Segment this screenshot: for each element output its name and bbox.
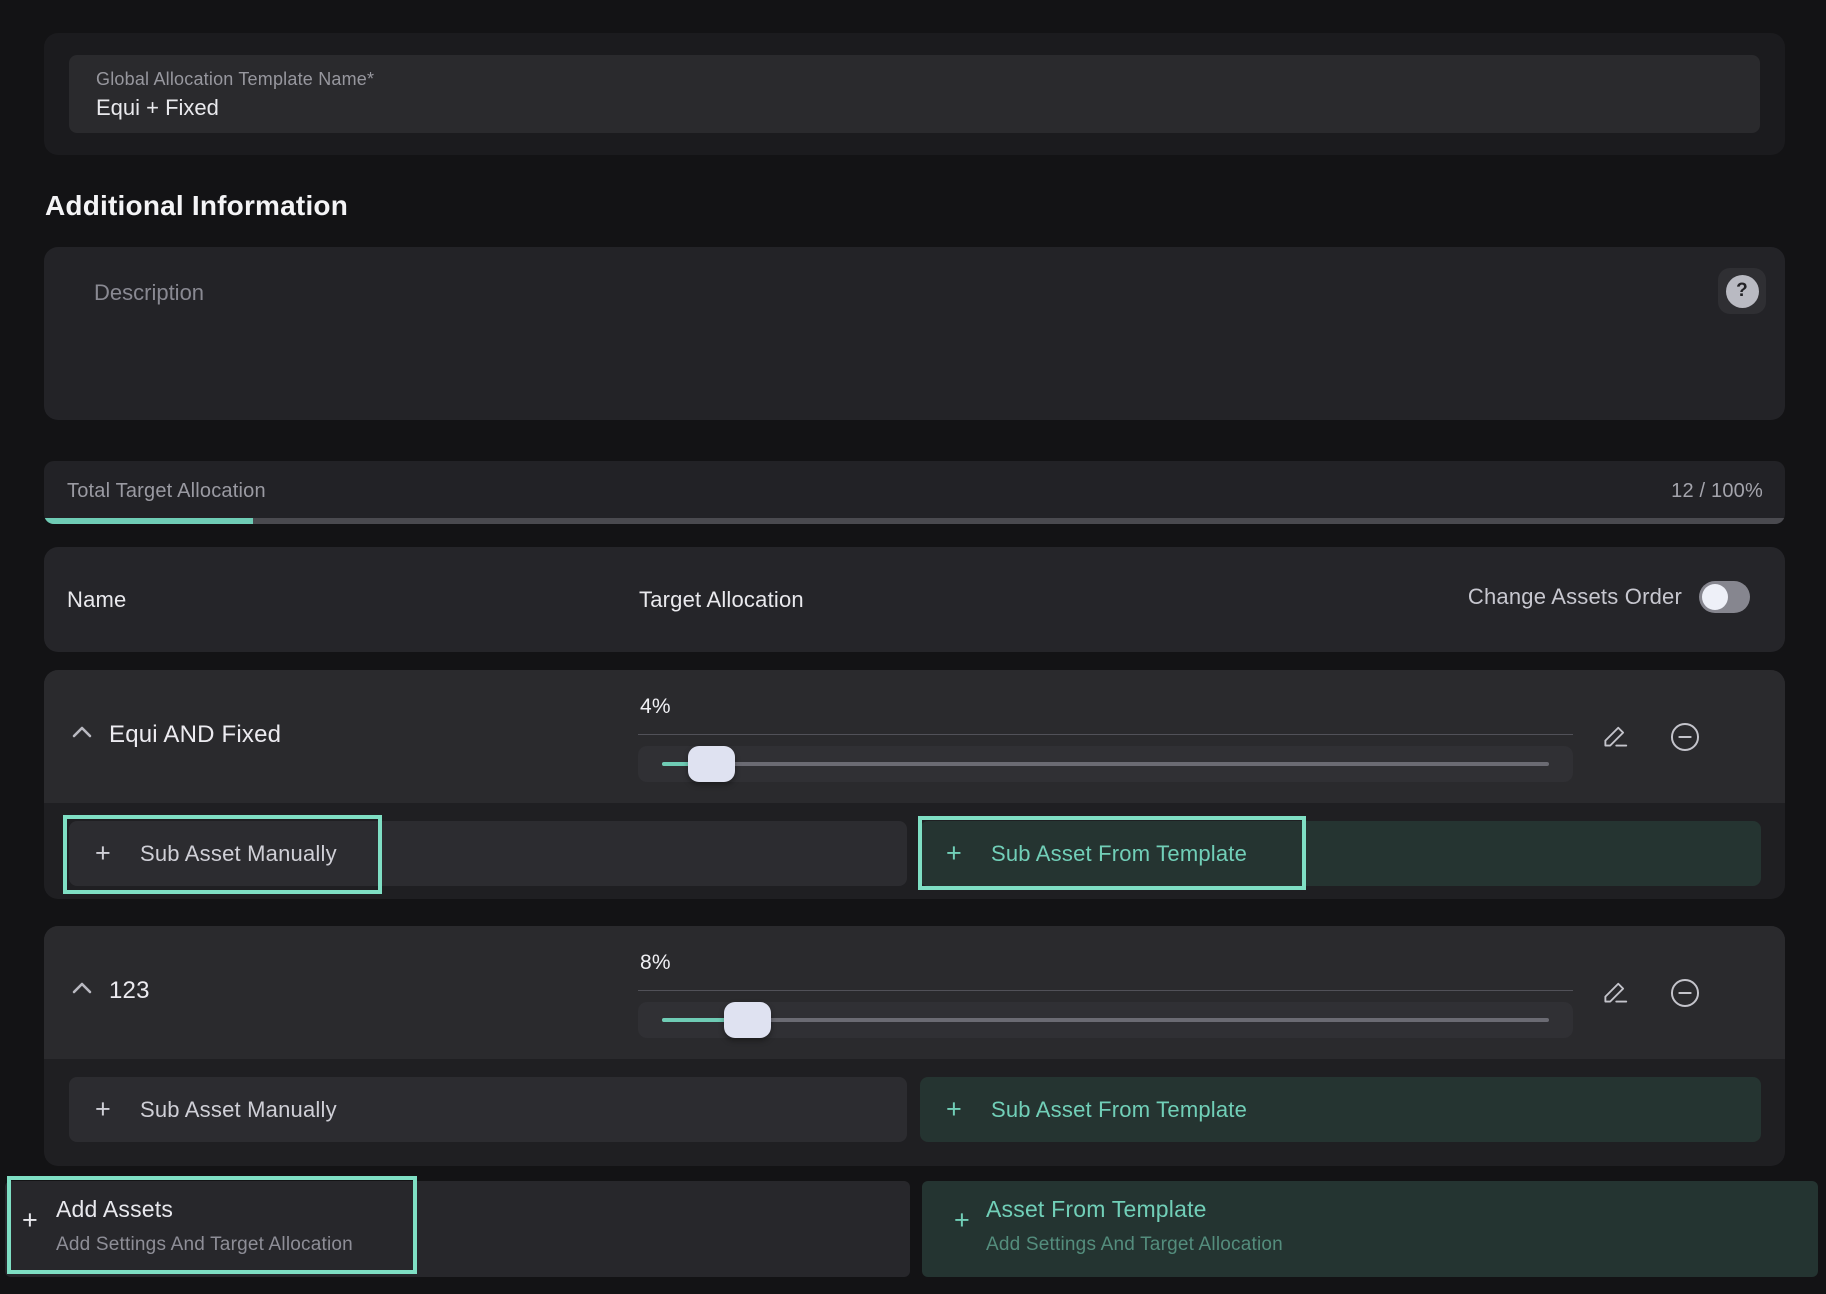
asset-row: Equi AND Fixed 4% [44,670,1785,899]
add-assets-button[interactable]: + Add Assets Add Settings And Target All… [5,1181,910,1277]
plus-icon: + [95,840,111,867]
allocation-progress-fill [44,518,253,524]
total-target-allocation-label: Total Target Allocation [67,480,266,503]
plus-icon: + [22,1205,38,1236]
target-allocation-value: 8% [640,951,671,975]
column-target-allocation: Target Allocation [639,587,804,613]
plus-icon: + [95,1096,111,1123]
edit-asset-button[interactable] [1601,720,1631,750]
change-assets-order-toggle[interactable] [1699,581,1750,613]
help-button[interactable]: ? [1718,268,1766,314]
asset-row: 123 8% [44,926,1785,1166]
slider-rail [662,762,1549,766]
total-target-allocation-tab[interactable]: Total Target Allocation 12 / 100% [44,461,1785,524]
edit-asset-button[interactable] [1601,976,1631,1006]
remove-asset-button[interactable] [1668,976,1702,1010]
target-allocation-value: 4% [640,695,671,719]
target-allocation-slider[interactable] [638,746,1573,782]
slider-thumb[interactable] [724,1002,771,1038]
plus-icon: + [946,1096,962,1123]
allocation-template-page: Global Allocation Template Name* Additio… [0,0,1826,1294]
sub-asset-from-template-button[interactable]: + Sub Asset From Template [920,821,1761,886]
collapse-chevron-icon[interactable] [70,980,94,996]
plus-icon: + [946,840,962,867]
template-name-card: Global Allocation Template Name* [44,33,1785,155]
edit-pencil-icon [1601,720,1631,750]
add-assets-title: Add Assets [56,1196,173,1223]
slider-divider [638,734,1573,735]
minus-circle-icon [1668,976,1702,1010]
asset-name: Equi AND Fixed [109,721,281,749]
slider-divider [638,990,1573,991]
asset-from-template-subtitle: Add Settings And Target Allocation [986,1234,1283,1256]
change-assets-order-label: Change Assets Order [1468,584,1682,610]
sub-asset-manually-button[interactable]: + Sub Asset Manually [69,821,907,886]
toggle-knob [1702,584,1728,610]
template-name-field[interactable]: Global Allocation Template Name* [69,55,1760,133]
asset-from-template-title: Asset From Template [986,1196,1207,1223]
asset-from-template-button[interactable]: + Asset From Template Add Settings And T… [922,1181,1818,1277]
template-name-input[interactable] [96,95,1677,121]
sub-asset-manually-button[interactable]: + Sub Asset Manually [69,1077,907,1142]
collapse-chevron-icon[interactable] [70,724,94,740]
slider-thumb[interactable] [688,746,735,782]
minus-circle-icon [1668,720,1702,754]
asset-name: 123 [109,977,150,1005]
target-allocation-slider[interactable] [638,1002,1573,1038]
slider-fill [662,1018,733,1022]
edit-pencil-icon [1601,976,1631,1006]
additional-information-heading: Additional Information [45,190,348,222]
column-name: Name [67,587,127,613]
plus-icon: + [954,1205,970,1236]
allocation-progress-track [44,518,1785,524]
sub-asset-from-template-button[interactable]: + Sub Asset From Template [920,1077,1761,1142]
assets-table-header: Name Target Allocation Change Assets Ord… [44,547,1785,652]
description-card: ? [44,247,1785,420]
remove-asset-button[interactable] [1668,720,1702,754]
template-name-label: Global Allocation Template Name* [96,69,1760,90]
slider-rail [662,1018,1549,1022]
add-assets-subtitle: Add Settings And Target Allocation [56,1234,353,1256]
description-input[interactable] [44,247,1785,420]
allocation-counter: 12 / 100% [1671,480,1763,503]
question-mark-icon: ? [1726,275,1759,308]
